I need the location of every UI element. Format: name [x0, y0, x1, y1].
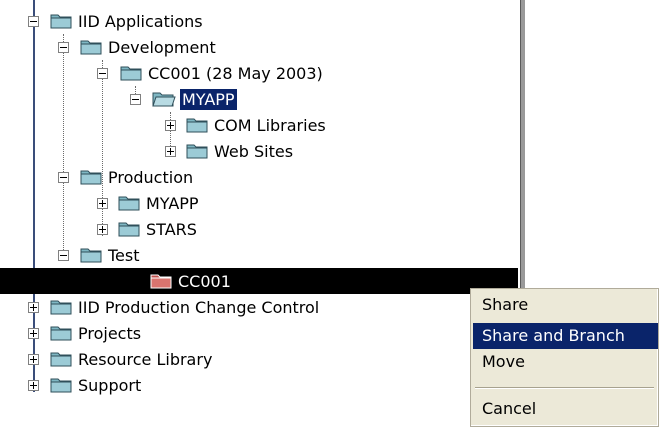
folder-icon: [118, 194, 140, 211]
expand-toggle[interactable]: [165, 120, 176, 131]
tree-row-web-sites[interactable]: Web Sites: [0, 138, 659, 164]
context-menu: Share Share and Branch Move Cancel: [470, 288, 659, 427]
collapse-toggle[interactable]: [28, 16, 39, 27]
collapse-toggle[interactable]: [58, 42, 69, 53]
tree-label[interactable]: STARS: [144, 219, 199, 240]
collapse-toggle[interactable]: [58, 250, 69, 261]
tree-row-development[interactable]: Development: [0, 34, 659, 60]
tree-row-com-libraries[interactable]: COM Libraries: [0, 112, 659, 138]
red-folder-icon: [150, 272, 172, 289]
tree-label[interactable]: Support: [76, 375, 143, 396]
folder-icon: [50, 324, 72, 341]
expand-toggle[interactable]: [28, 380, 39, 391]
folder-icon: [80, 246, 102, 263]
collapse-toggle[interactable]: [130, 94, 141, 105]
folder-icon: [80, 168, 102, 185]
tree-label[interactable]: MYAPP: [144, 193, 201, 214]
expand-toggle[interactable]: [165, 146, 176, 157]
folder-icon: [50, 376, 72, 393]
folder-icon: [118, 220, 140, 237]
tree-label[interactable]: Development: [106, 37, 218, 58]
tree-label[interactable]: CC001 (28 May 2003): [146, 63, 325, 84]
tree-label[interactable]: Test: [106, 245, 142, 266]
folder-icon: [50, 298, 72, 315]
menu-item-share[interactable]: Share: [473, 292, 658, 318]
tree-row-cc001-dated[interactable]: CC001 (28 May 2003): [0, 60, 659, 86]
expand-toggle[interactable]: [28, 328, 39, 339]
pane-splitter[interactable]: [520, 0, 525, 290]
folder-icon: [50, 12, 72, 29]
folder-icon: [186, 142, 208, 159]
tree-label[interactable]: Production: [106, 167, 195, 188]
tree-row-cc001-test[interactable]: CC001: [0, 268, 518, 294]
collapse-toggle[interactable]: [97, 68, 108, 79]
folder-icon: [80, 38, 102, 55]
tree-label[interactable]: CC001: [176, 271, 233, 292]
menu-item-move[interactable]: Move: [473, 349, 658, 375]
tree-label[interactable]: Resource Library: [76, 349, 214, 370]
collapse-toggle[interactable]: [58, 172, 69, 183]
tree-row-test[interactable]: Test: [0, 242, 659, 268]
menu-item-cancel[interactable]: Cancel: [473, 396, 658, 422]
tree-label[interactable]: MYAPP: [179, 88, 238, 111]
tree-row-iid-applications[interactable]: IID Applications: [0, 8, 659, 34]
tree-label[interactable]: Projects: [76, 323, 143, 344]
tree-label[interactable]: IID Applications: [76, 11, 205, 32]
tree-label[interactable]: IID Production Change Control: [76, 297, 321, 318]
tree-label[interactable]: COM Libraries: [212, 115, 328, 136]
tree-row-stars[interactable]: STARS: [0, 216, 659, 242]
tree-label[interactable]: Web Sites: [212, 141, 295, 162]
expand-toggle[interactable]: [97, 224, 108, 235]
folder-icon: [50, 350, 72, 367]
tree-row-myapp-dev[interactable]: MYAPP: [0, 86, 659, 112]
menu-item-share-and-branch[interactable]: Share and Branch: [473, 323, 658, 349]
expand-toggle[interactable]: [97, 198, 108, 209]
open-folder-icon: [152, 90, 176, 107]
expand-toggle[interactable]: [28, 302, 39, 313]
expand-toggle[interactable]: [28, 354, 39, 365]
tree-row-production[interactable]: Production: [0, 164, 659, 190]
folder-icon: [120, 64, 142, 81]
tree-row-myapp-prod[interactable]: MYAPP: [0, 190, 659, 216]
menu-separator: [475, 387, 654, 389]
folder-icon: [186, 116, 208, 133]
